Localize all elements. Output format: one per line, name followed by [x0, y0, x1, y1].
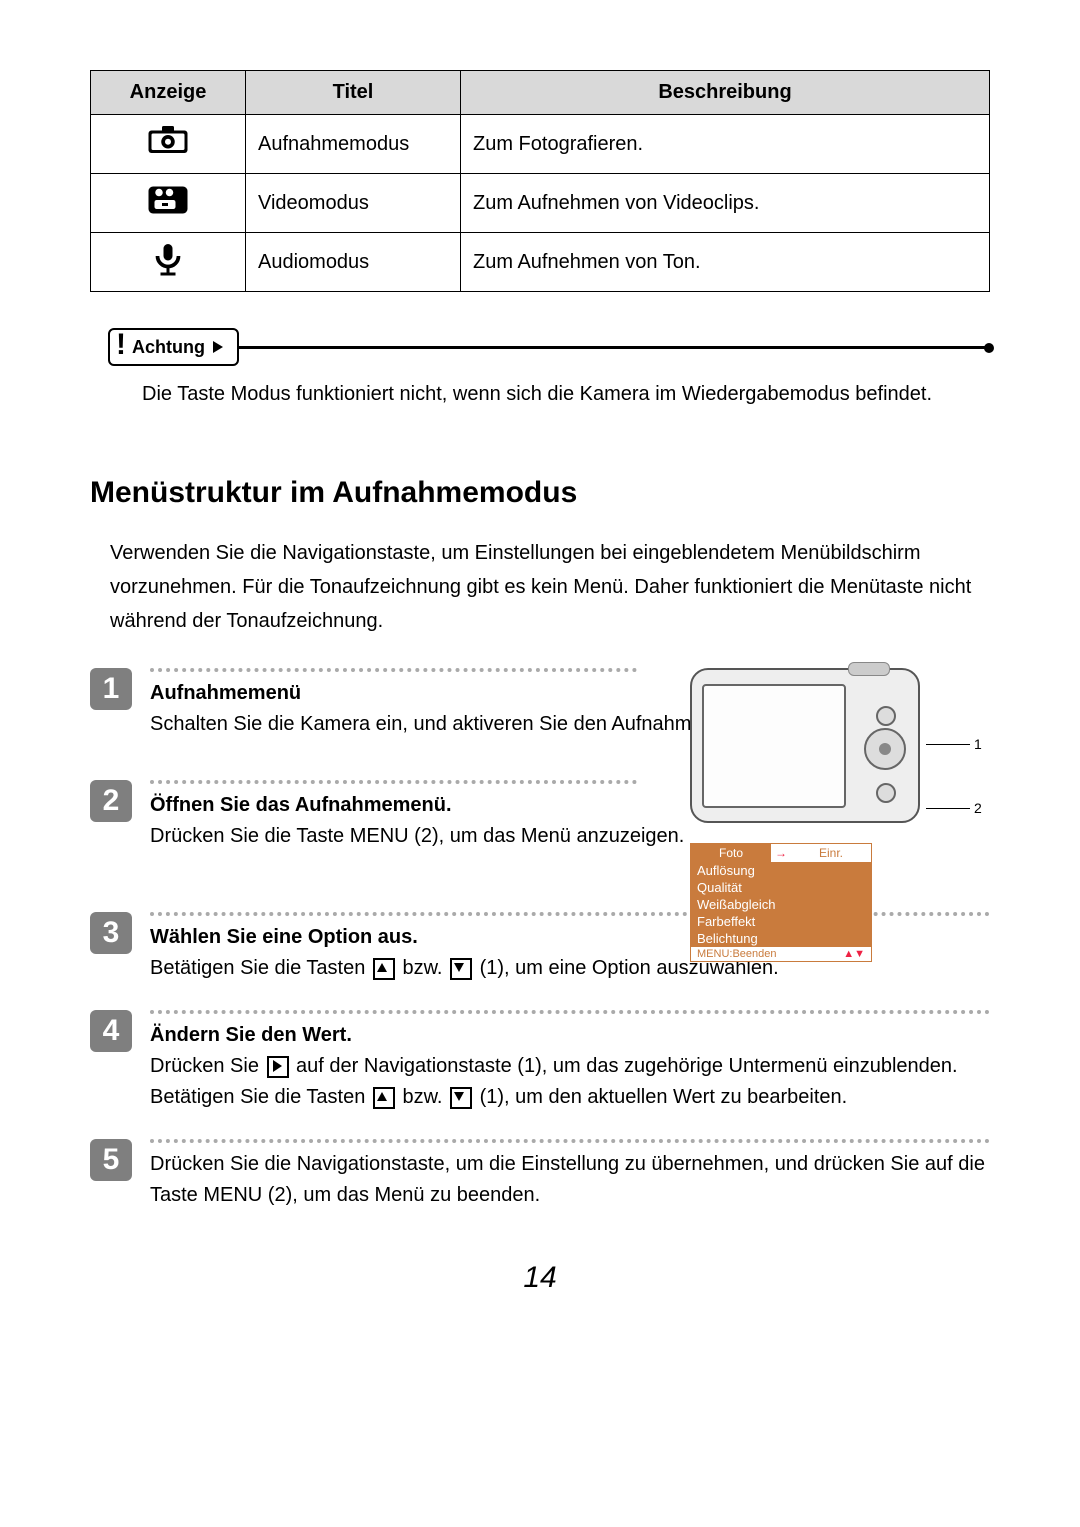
still-camera-icon [91, 115, 246, 174]
camera-figure: 1 2 Foto → Einr. Auflösung Qualität Weiß… [690, 668, 990, 962]
step-number: 1 [90, 668, 132, 710]
dpad-up-icon [373, 1087, 395, 1109]
row-desc: Zum Aufnehmen von Ton. [461, 233, 990, 292]
dpad-down-icon [450, 958, 472, 980]
menu-item: Qualität [691, 879, 871, 896]
step-4: 4 Ändern Sie den Wert. Drücken Sie auf d… [90, 1010, 990, 1113]
row-desc: Zum Aufnehmen von Videoclips. [461, 174, 990, 233]
menu-screenshot: Foto → Einr. Auflösung Qualität Weißabgl… [690, 843, 872, 962]
menu-footer-left: MENU:Beenden [697, 948, 777, 960]
intro-text: Verwenden Sie die Navigationstaste, um E… [110, 536, 990, 638]
step-text: Drücken Sie die Taste MENU (2), um das M… [150, 825, 684, 847]
video-camera-icon [91, 174, 246, 233]
modes-table: Anzeige Titel Beschreibung Aufnahmemodus… [90, 70, 990, 292]
row-desc: Zum Fotografieren. [461, 115, 990, 174]
dpad-right-icon [267, 1056, 289, 1078]
section-title: Menüstruktur im Aufnahmemodus [90, 476, 990, 510]
callout-label-1: 1 [974, 736, 982, 752]
step-title: Aufnahmemenü [150, 682, 301, 704]
nav-indicator-icon: ▲▼ [843, 948, 865, 960]
step-title: Öffnen Sie das Aufnahmemenü. [150, 794, 452, 816]
dpad-up-icon [373, 958, 395, 980]
table-header-anzeige: Anzeige [91, 71, 246, 115]
step-title: Wählen Sie eine Option aus. [150, 926, 418, 948]
caution-body: Die Taste Modus funktioniert nicht, wenn… [142, 380, 970, 408]
step-number: 2 [90, 780, 132, 822]
table-row: Aufnahmemodus Zum Fotografieren. [91, 115, 990, 174]
caution-label: Achtung [132, 337, 205, 358]
page-number: 14 [90, 1261, 990, 1295]
step-text: bzw. [397, 957, 448, 979]
caution-box: ! Achtung Die Taste Modus funktioniert n… [108, 328, 990, 408]
menu-item: Weißabgleich [691, 896, 871, 913]
table-row: Audiomodus Zum Aufnehmen von Ton. [91, 233, 990, 292]
table-row: Videomodus Zum Aufnehmen von Videoclips. [91, 174, 990, 233]
row-title: Videomodus [246, 174, 461, 233]
step-text: Drücken Sie die Navigationstaste, um die… [150, 1153, 985, 1206]
step-title: Ändern Sie den Wert. [150, 1024, 352, 1046]
camera-illustration [690, 668, 920, 823]
table-header-titel: Titel [246, 71, 461, 115]
step-text: (1), um den aktuellen Wert zu bearbeiten… [474, 1086, 847, 1108]
menu-tab-foto: Foto [691, 844, 771, 862]
menu-item: Auflösung [691, 862, 871, 879]
step-text: bzw. [397, 1086, 448, 1108]
menu-item: Farbeffekt [691, 913, 871, 930]
menu-tab-einr: Einr. [791, 844, 871, 862]
microphone-icon [91, 233, 246, 292]
arrow-right-icon [213, 341, 223, 353]
step-number: 4 [90, 1010, 132, 1052]
step-text: Drücken Sie [150, 1055, 265, 1077]
step-number: 3 [90, 912, 132, 954]
menu-item: Belichtung [691, 930, 871, 947]
arrow-right-icon: → [771, 846, 791, 860]
step-text: Betätigen Sie die Tasten [150, 957, 371, 979]
dpad-down-icon [450, 1087, 472, 1109]
callout-label-2: 2 [974, 800, 982, 816]
exclamation-icon: ! [116, 330, 126, 360]
step-5: 5 Drücken Sie die Navigationstaste, um d… [90, 1139, 990, 1211]
table-header-beschreibung: Beschreibung [461, 71, 990, 115]
row-title: Audiomodus [246, 233, 461, 292]
step-number: 5 [90, 1139, 132, 1181]
row-title: Aufnahmemodus [246, 115, 461, 174]
step-text: Schalten Sie die Kamera ein, und aktiver… [150, 713, 763, 735]
